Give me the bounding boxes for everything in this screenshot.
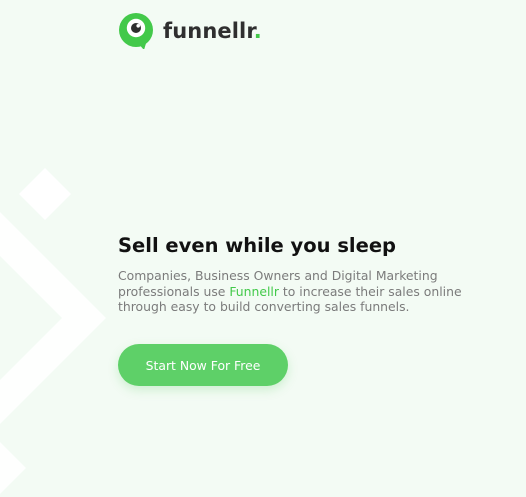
brand-dot: .: [253, 19, 262, 43]
decor-diamond: [19, 168, 71, 220]
hero-description: Companies, Business Owners and Digital M…: [118, 268, 488, 315]
brand-logo[interactable]: funnellr.: [118, 13, 262, 49]
hero-section: Sell even while you sleep Companies, Bus…: [118, 232, 488, 315]
decor-chevron-bottom: [0, 442, 26, 494]
start-now-button[interactable]: Start Now For Free: [118, 344, 288, 386]
decor-chevron: [0, 212, 106, 424]
hero-brand-link[interactable]: Funnellr: [229, 284, 279, 299]
brand-name: funnellr: [163, 19, 254, 43]
brand-wordmark: funnellr.: [163, 19, 262, 43]
hero-headline: Sell even while you sleep: [118, 234, 397, 257]
chat-bubble-logo-icon: [119, 13, 153, 49]
